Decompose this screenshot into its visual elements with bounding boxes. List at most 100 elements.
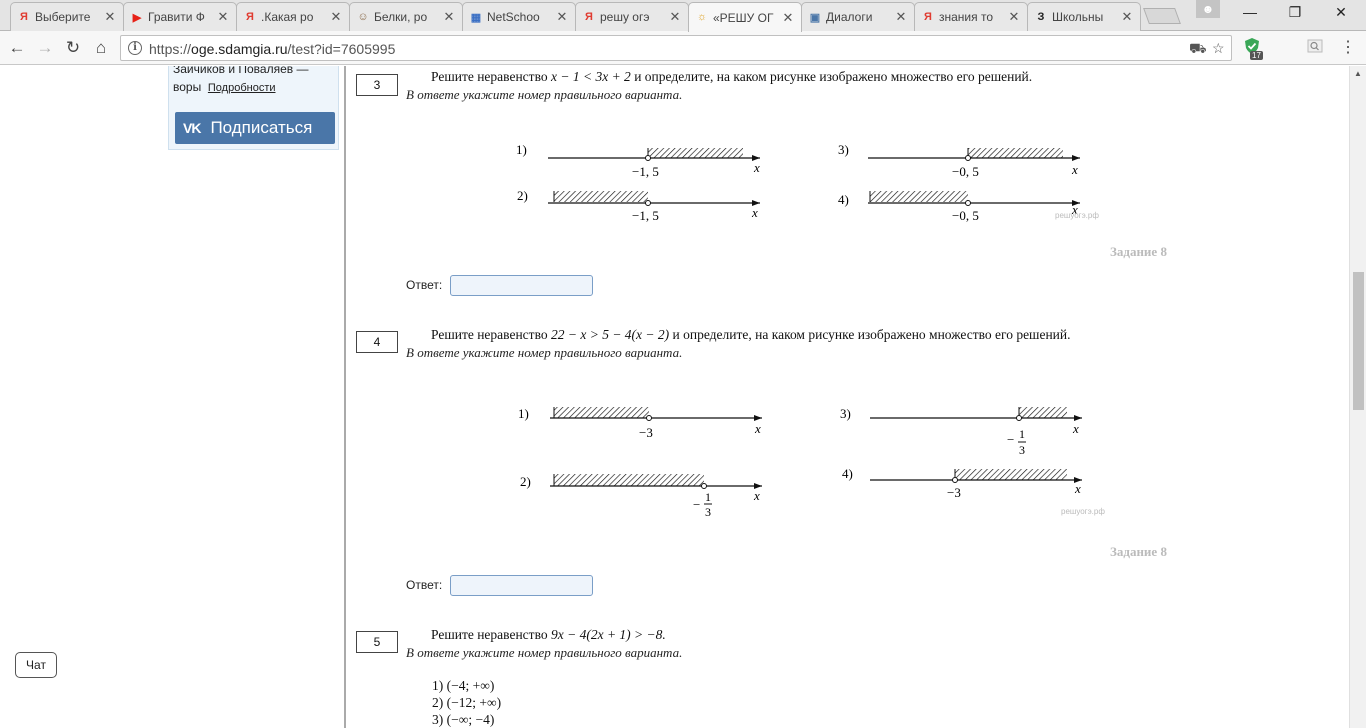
vk-subscribe-button[interactable]: VK Подписаться (175, 112, 335, 144)
hatch-region (554, 407, 649, 418)
sidebar-text: Зайчиков и Поваляев — воры Подробности (173, 66, 338, 97)
browser-tab[interactable]: Я .Какая ро ✕ (236, 2, 350, 31)
search-extension-icon[interactable] (1306, 37, 1324, 55)
blocked-popup-icon[interactable]: ⛟ (1189, 40, 1207, 59)
axis-label: x (1074, 481, 1081, 496)
url-host: oge.sdamgia.ru (191, 41, 288, 57)
task-text-after: и определите, на каком рисунке изображен… (630, 69, 1033, 84)
task-hint: В ответе укажите номер правильного вариа… (406, 87, 683, 102)
profile-icon[interactable]: ☻ (1196, 0, 1220, 18)
task-text-before: Решите неравенство (431, 627, 551, 642)
tab-close-icon[interactable]: ✕ (781, 10, 795, 26)
tab-label: знания то (939, 10, 993, 24)
axis-label: x (753, 160, 760, 175)
axis-label: x (754, 421, 761, 436)
axis-label: x (1072, 421, 1079, 436)
fraction-numerator: 1 (705, 490, 711, 504)
open-point (646, 415, 652, 421)
task-math: x − 1 < 3x + 2 (550, 69, 631, 84)
task-math: 22 − x > 5 − 4(x − 2) (550, 327, 670, 342)
point-label: −1, 5 (632, 164, 659, 179)
extension-badge: 17 (1250, 51, 1263, 60)
close-window-button[interactable]: ✕ (1329, 4, 1353, 24)
sidebar-widget: Зайчиков и Поваляев — воры Подробности V… (168, 66, 339, 150)
answer-option: 1) (−4; +∞) (432, 678, 495, 693)
tab-close-icon[interactable]: ✕ (894, 9, 908, 25)
vk-logo-icon: VK (183, 120, 201, 136)
browser-tab[interactable]: З Школьны ✕ (1027, 2, 1141, 31)
scroll-thumb[interactable] (1353, 272, 1364, 410)
point-label: −3 (947, 485, 961, 500)
tab-close-icon[interactable]: ✕ (1120, 9, 1134, 25)
point-sign: − (1007, 432, 1014, 447)
browser-tab[interactable]: ☼ «РЕШУ ОГ ✕ (688, 2, 802, 32)
menu-icon[interactable]: ⋮ (1340, 39, 1356, 57)
option-label: 4) (842, 466, 853, 481)
tab-label: NetSchoo (487, 10, 540, 24)
browser-tab[interactable]: ▶ Гравити Ф ✕ (123, 2, 237, 31)
browser-tab[interactable]: Язнания то ✕ (914, 2, 1028, 31)
page-scrollbar[interactable]: ▲ (1349, 66, 1366, 728)
tab-close-icon[interactable]: ✕ (442, 9, 456, 25)
answer-input[interactable] (450, 575, 593, 596)
open-point (701, 483, 707, 489)
tab-label: «РЕШУ ОГ (713, 10, 774, 25)
task-text-before: Решите неравенство (431, 327, 551, 342)
tab-close-icon[interactable]: ✕ (329, 9, 343, 25)
answer-label: Ответ: (406, 578, 443, 592)
option-label: 2) (517, 188, 528, 203)
point-sign: − (693, 497, 700, 512)
tab-close-icon[interactable]: ✕ (668, 9, 682, 25)
tab-close-icon[interactable]: ✕ (103, 9, 117, 25)
address-bar[interactable]: i https://oge.sdamgia.ru/test?id=7605995… (120, 35, 1232, 61)
tab-close-icon[interactable]: ✕ (216, 9, 230, 25)
tab-label: Школьны (1052, 10, 1104, 24)
open-point (645, 200, 651, 206)
task-type-label: Задание 8 (1110, 544, 1167, 559)
answer-input[interactable] (450, 275, 593, 296)
tab-favicon-icon: ▶ (132, 11, 142, 24)
watermark: решуогэ.рф (1061, 507, 1105, 516)
open-point (965, 200, 971, 206)
scroll-up-icon[interactable]: ▲ (1354, 69, 1362, 78)
browser-tab[interactable]: Ярешу огэ ✕ (575, 2, 689, 31)
task-number-box: 4 (356, 331, 398, 353)
url-text[interactable]: https://oge.sdamgia.ru/test?id=7605995 (149, 41, 395, 57)
tab-strip: ☻ — ❐ ✕ Я Выберите ✕ ▶ Гравити Ф ✕ Я .Какая ро ✕… (0, 0, 1366, 32)
hatch-region (554, 191, 648, 202)
bookmark-star-icon[interactable]: ☆ (1212, 40, 1225, 57)
tab-label: решу огэ (600, 10, 650, 24)
browser-tab[interactable]: ▣ Диалоги ✕ (801, 2, 915, 31)
details-link[interactable]: Подробности (208, 82, 276, 94)
tab-label: .Какая ро (261, 10, 314, 24)
point-label: −0, 5 (952, 164, 979, 179)
option-label: 4) (838, 192, 849, 207)
tab-favicon-icon: ▣ (809, 11, 821, 24)
chat-button[interactable]: Чат (15, 652, 57, 678)
task-math: 9x − 4(2x + 1) > −8. (550, 627, 666, 642)
axis-label: x (751, 205, 758, 220)
back-icon[interactable]: ← (6, 37, 28, 59)
maximize-button[interactable]: ❐ (1283, 4, 1307, 24)
task-statement: Решите неравенство 22 − x > 5 − 4(x − 2)… (431, 327, 1071, 343)
page-content: Зайчиков и Поваляев — воры Подробности V… (0, 66, 1366, 728)
minimize-button[interactable]: — (1238, 4, 1262, 24)
task-text-before: Решите неравенство (431, 69, 551, 84)
reload-icon[interactable]: ↻ (62, 37, 84, 59)
home-icon[interactable]: ⌂ (90, 37, 112, 59)
forward-icon[interactable]: → (34, 37, 56, 59)
answer-option: 2) (−12; +∞) (432, 695, 502, 710)
browser-tab[interactable]: ☺ Белки, ро ✕ (349, 2, 463, 31)
browser-tab[interactable]: Я Выберите ✕ (10, 2, 124, 31)
new-tab-button[interactable] (1143, 8, 1181, 24)
tab-favicon-icon: Я (246, 11, 254, 23)
option-label: 1) (518, 406, 529, 421)
url-path: /test?id=7605995 (287, 41, 396, 57)
browser-tab[interactable]: ▦ NetSchoo ✕ (462, 2, 576, 31)
tab-favicon-icon: Я (585, 11, 593, 23)
tab-close-icon[interactable]: ✕ (555, 9, 569, 25)
task-3-figure: 1) −1, 5 x 2) −1, 5 x 3) −0, 5 x 4) −0, … (516, 142, 1099, 223)
arrow-head (1072, 155, 1080, 161)
tab-close-icon[interactable]: ✕ (1007, 9, 1021, 25)
info-icon[interactable]: i (128, 41, 142, 55)
